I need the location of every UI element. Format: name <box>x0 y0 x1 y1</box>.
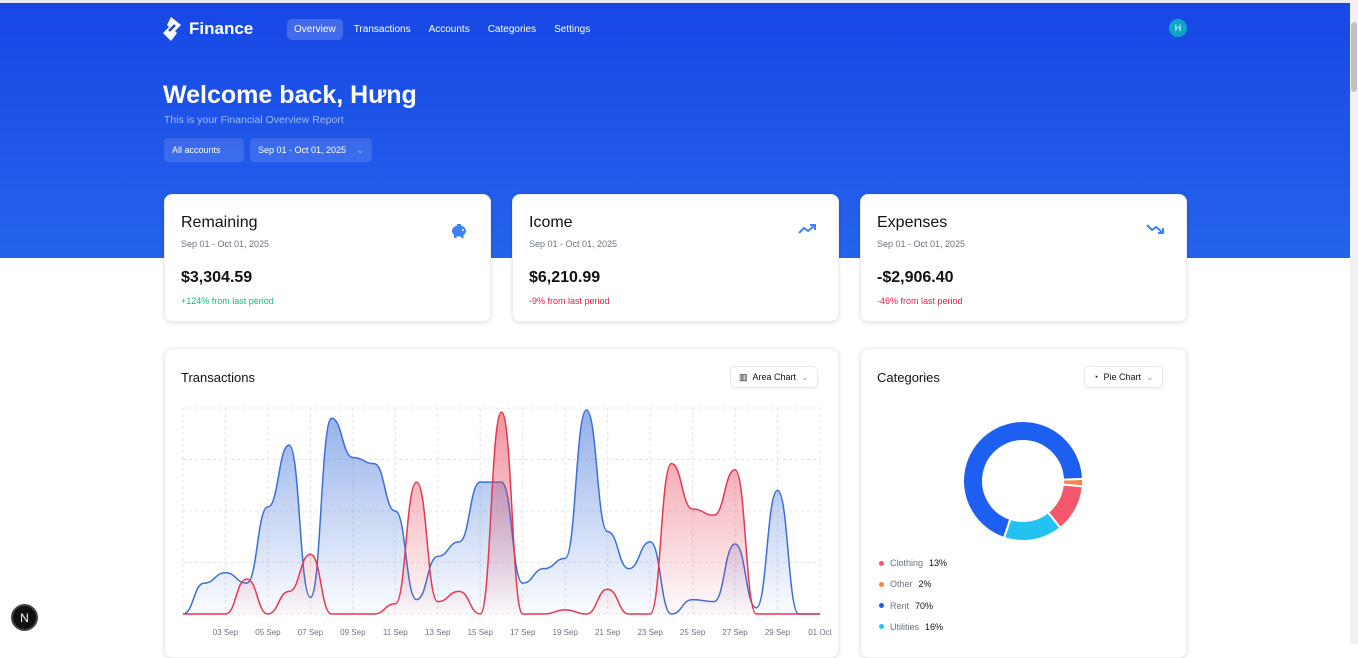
chevron-down-icon: ⌄ <box>801 371 809 382</box>
x-tick-label: 03 Sep <box>213 628 239 637</box>
income-card: Icome Sep 01 - Oct 01, 2025 $6,210.99 -9… <box>512 194 839 322</box>
pie-type-select[interactable]: ◔ Pie Chart ⌄ <box>1084 366 1163 388</box>
main-nav: Overview Transactions Accounts Categorie… <box>287 19 597 40</box>
nav-categories[interactable]: Categories <box>481 19 543 40</box>
card-title: Expenses <box>877 214 948 231</box>
x-tick-label: 21 Sep <box>595 628 621 637</box>
page-title: Welcome back, Hưng <box>163 81 417 109</box>
x-tick-label: 17 Sep <box>510 628 536 637</box>
legend-item-clothing: Clothing 13% <box>879 558 947 568</box>
x-tick-label: 11 Sep <box>383 628 408 637</box>
x-tick-label: 23 Sep <box>637 628 663 637</box>
x-tick-label: 05 Sep <box>255 628 281 637</box>
categories-donut-chart <box>962 420 1084 542</box>
legend-dot <box>879 603 884 609</box>
legend-dot <box>879 560 884 566</box>
nextjs-indicator-button[interactable]: N <box>11 604 38 631</box>
chevron-down-icon: ⌄ <box>356 144 364 155</box>
trending-down-icon <box>1146 224 1164 234</box>
account-select-value: All accounts <box>172 145 221 155</box>
legend-label: Rent <box>890 600 910 611</box>
legend-value: 13% <box>929 558 948 568</box>
x-tick-label: 09 Sep <box>340 628 366 637</box>
x-tick-label: 19 Sep <box>553 628 579 637</box>
expenses-card: Expenses Sep 01 - Oct 01, 2025 -$2,906.4… <box>860 194 1187 322</box>
date-range-value: Sep 01 - Oct 01, 2025 <box>258 145 347 155</box>
legend-label: Utilities <box>890 621 920 632</box>
chevron-down-icon: ⌄ <box>1145 371 1154 382</box>
x-tick-label: 13 Sep <box>425 628 451 637</box>
x-tick-label: 29 Sep <box>765 628 791 637</box>
card-value: -$2,906.40 <box>877 269 954 286</box>
account-select[interactable]: All accounts <box>164 138 244 162</box>
card-date: Sep 01 - Oct 01, 2025 <box>529 239 618 249</box>
x-tick-label: 25 Sep <box>680 628 706 637</box>
app-name: Finance <box>189 19 254 38</box>
card-change: +124% from last period <box>181 296 274 306</box>
nav-settings[interactable]: Settings <box>547 19 597 40</box>
card-change: -46% from last period <box>877 296 963 306</box>
nav-overview[interactable]: Overview <box>287 19 343 40</box>
date-range-picker[interactable]: Sep 01 - Oct 01, 2025 ⌄ <box>250 138 372 162</box>
area-chart-icon: ▥ <box>739 371 748 382</box>
pie-type-value: Pie Chart <box>1103 372 1141 382</box>
trending-up-icon <box>798 224 816 234</box>
legend-item-rent: Rent 70% <box>879 601 933 611</box>
legend-item-utilities: Utilities 16% <box>879 622 943 632</box>
chart-type-select[interactable]: ▥ Area Chart ⌄ <box>730 366 818 388</box>
logo[interactable]: Finance <box>163 17 253 41</box>
legend-item-other: Other 2% <box>879 579 932 589</box>
scrollbar-thumb[interactable] <box>1351 22 1357 92</box>
x-tick-label: 01 Oct <box>808 628 832 637</box>
remaining-card: Remaining Sep 01 - Oct 01, 2025 $3,304.5… <box>164 194 491 322</box>
nav-accounts[interactable]: Accounts <box>422 19 477 40</box>
chart-type-value: Area Chart <box>752 372 797 382</box>
legend-label: Clothing <box>890 558 924 568</box>
legend-value: 70% <box>915 600 934 611</box>
transactions-area-chart: 03 Sep 05 Sep 07 Sep 09 Sep 11 Sep 13 Sep 15 S… <box>182 407 833 637</box>
x-tick-label: 15 Sep <box>468 628 494 637</box>
legend-dot <box>879 581 884 587</box>
logo-icon <box>163 17 181 41</box>
legend-value: 16% <box>925 621 944 632</box>
x-tick-label: 27 Sep <box>722 628 748 637</box>
legend-value: 2% <box>918 579 932 590</box>
nav-transactions[interactable]: Transactions <box>347 19 418 40</box>
card-value: $6,210.99 <box>529 269 601 286</box>
categories-title: Categories <box>877 370 940 385</box>
card-title: Remaining <box>181 214 258 231</box>
x-tick-label: 07 Sep <box>298 628 324 637</box>
pie-chart-icon: ◔ <box>1093 372 1099 382</box>
card-title: Icome <box>529 214 573 231</box>
card-date: Sep 01 - Oct 01, 2025 <box>181 239 270 249</box>
card-change: -9% from last period <box>529 296 610 306</box>
page-subtitle: This is your Financial Overview Report <box>164 114 344 126</box>
legend-dot <box>879 624 884 630</box>
scrollbar[interactable] <box>1350 0 1358 644</box>
slice-utilities <box>1002 510 1062 542</box>
transactions-title: Transactions <box>181 370 255 385</box>
user-avatar[interactable]: H <box>1169 19 1187 37</box>
piggy-bank-icon <box>452 224 466 238</box>
card-value: $3,304.59 <box>181 269 253 286</box>
card-date: Sep 01 - Oct 01, 2025 <box>877 239 966 249</box>
legend-label: Other <box>890 579 913 590</box>
